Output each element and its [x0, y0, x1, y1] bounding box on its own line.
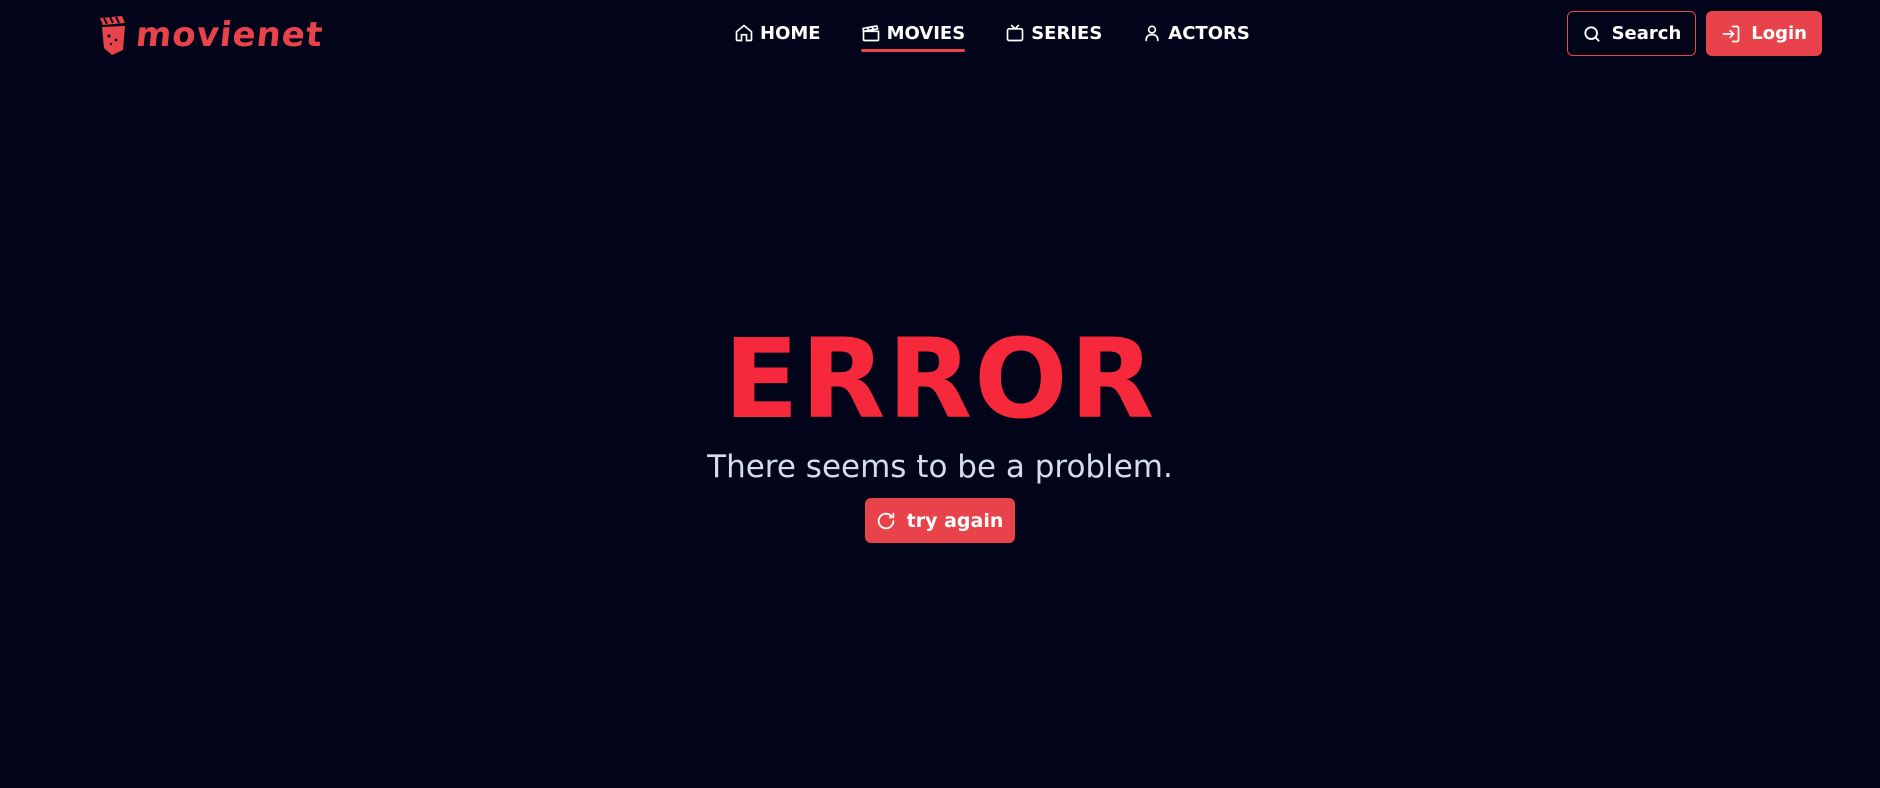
nav-item-home[interactable]: HOME: [734, 18, 821, 48]
home-icon: [735, 24, 753, 42]
login-button[interactable]: Login: [1706, 11, 1822, 56]
search-button-label: Search: [1611, 23, 1682, 44]
search-icon: [1584, 25, 1600, 42]
nav-item-label: HOME: [760, 22, 821, 44]
top-navbar: movienet HOME MOVIES SERIES ACTORS Searc…: [0, 0, 1880, 66]
page: movienet HOME MOVIES SERIES ACTORS Searc…: [0, 0, 1880, 788]
search-button[interactable]: Search: [1566, 11, 1697, 56]
login-button-label: Login: [1751, 23, 1807, 44]
main-nav: HOME MOVIES SERIES ACTORS: [734, 18, 1250, 52]
clapperboard-icon: [861, 25, 879, 42]
error-panel: ERROR There seems to be a problem. try a…: [0, 310, 1880, 543]
brand-name: movienet: [133, 15, 326, 55]
nav-item-label: MOVIES: [886, 22, 966, 44]
brand-logo[interactable]: movienet: [96, 14, 326, 56]
error-title: ERROR: [723, 315, 1157, 443]
try-again-button[interactable]: try again: [864, 498, 1016, 543]
nav-item-label: SERIES: [1031, 22, 1103, 44]
clapperboard-logo-icon: [100, 16, 125, 55]
error-message: There seems to be a problem.: [707, 449, 1173, 485]
header-actions: Search Login: [1566, 11, 1822, 56]
try-again-label: try again: [906, 509, 1004, 532]
user-icon: [1145, 25, 1159, 42]
nav-item-label: ACTORS: [1168, 22, 1250, 44]
nav-item-actors[interactable]: ACTORS: [1142, 18, 1250, 48]
tv-icon: [1006, 24, 1024, 42]
nav-item-series[interactable]: SERIES: [1005, 18, 1102, 48]
login-icon: [1722, 25, 1740, 42]
refresh-icon: [877, 512, 894, 529]
nav-item-movies[interactable]: MOVIES: [860, 18, 966, 52]
